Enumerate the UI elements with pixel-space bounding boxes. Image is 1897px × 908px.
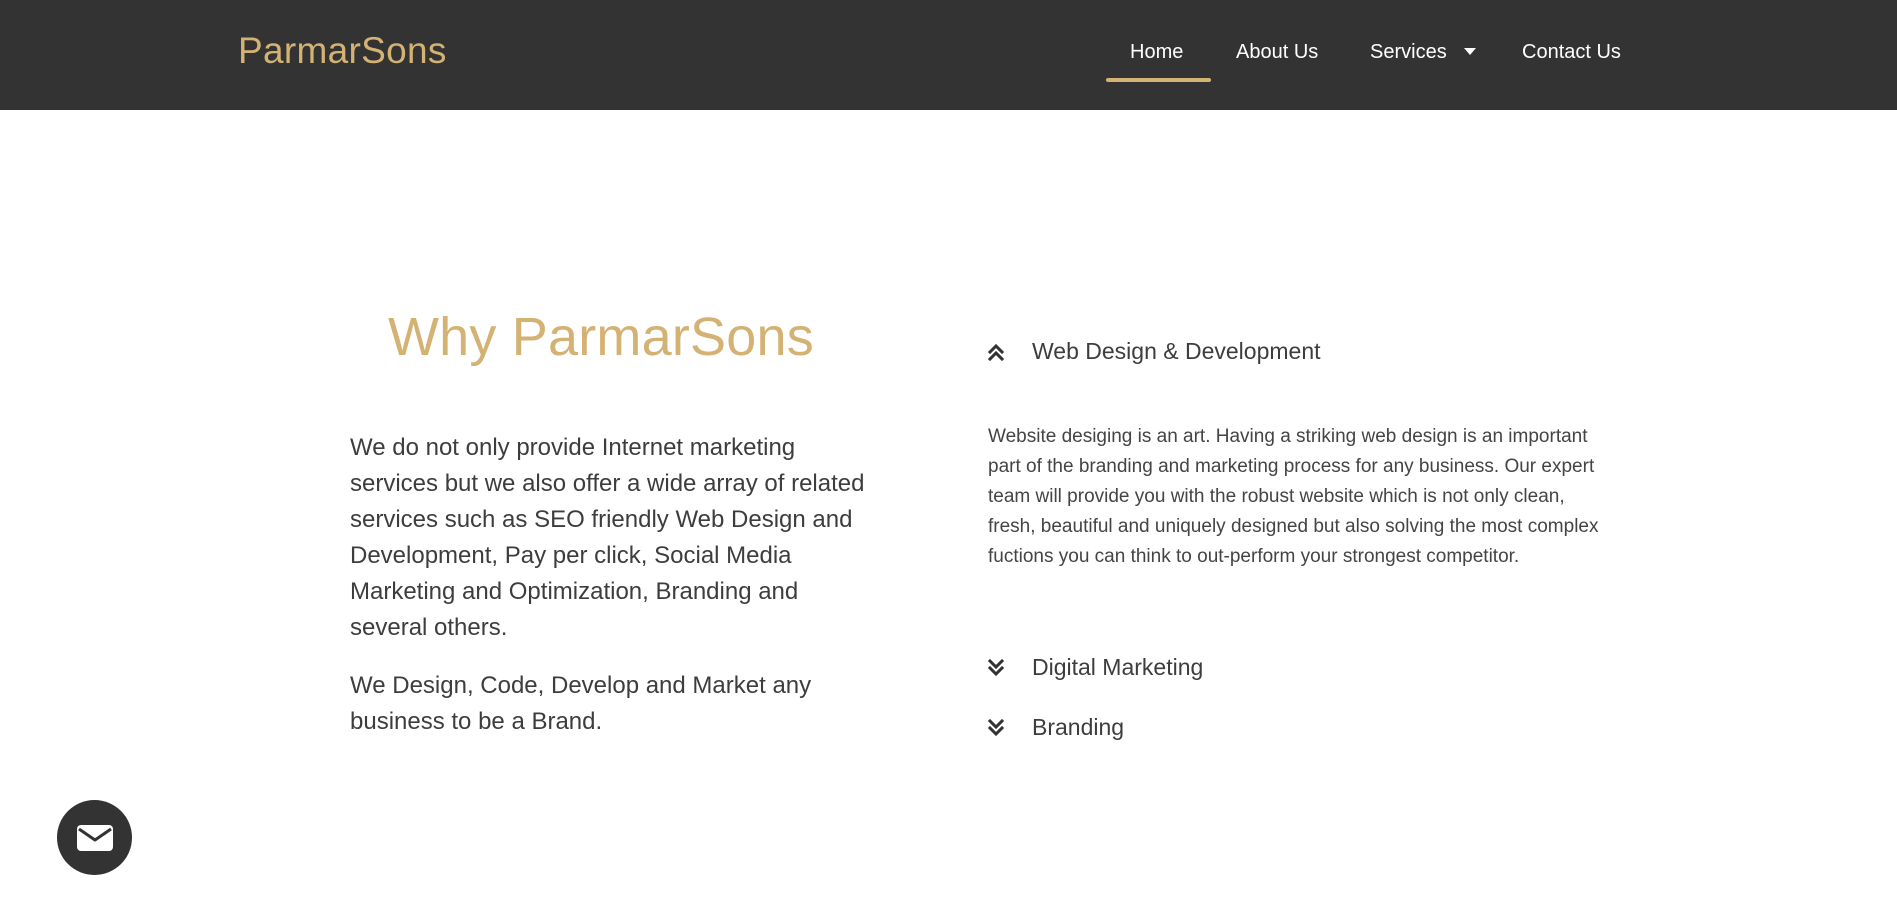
intro-paragraph: We do not only provide Internet marketin… [350,434,865,641]
intro-copy: We do not only provide Internet marketin… [350,430,870,762]
accordion-title: Web Design & Development [1032,338,1321,364]
chevrons-up-icon [988,343,1004,361]
accordion-toggle-digital-marketing[interactable]: Digital Marketing [988,654,1203,681]
brand-logo[interactable]: ParmarSons [238,30,447,72]
accordion-title: Branding [1032,714,1125,740]
intro-paragraph: We Design, Code, Develop and Market any … [350,672,812,735]
chevrons-down-icon [988,658,1004,676]
accordion-title: Digital Marketing [1032,654,1204,680]
mail-icon [76,824,113,851]
accordion-toggle-branding[interactable]: Branding [988,714,1124,741]
accordion-content-web-design: Website desiging is an art. Having a str… [988,426,1599,567]
chevrons-down-icon [988,718,1004,736]
accordion-toggle-web-design[interactable]: Web Design & Development [988,338,1321,365]
site-header: ParmarSons Home About Us Services Contac… [0,0,1897,110]
services-accordion: Web Design & Development Website desigin… [988,0,1608,908]
mail-button[interactable] [57,800,132,875]
section-title: Why ParmarSons [388,307,814,367]
